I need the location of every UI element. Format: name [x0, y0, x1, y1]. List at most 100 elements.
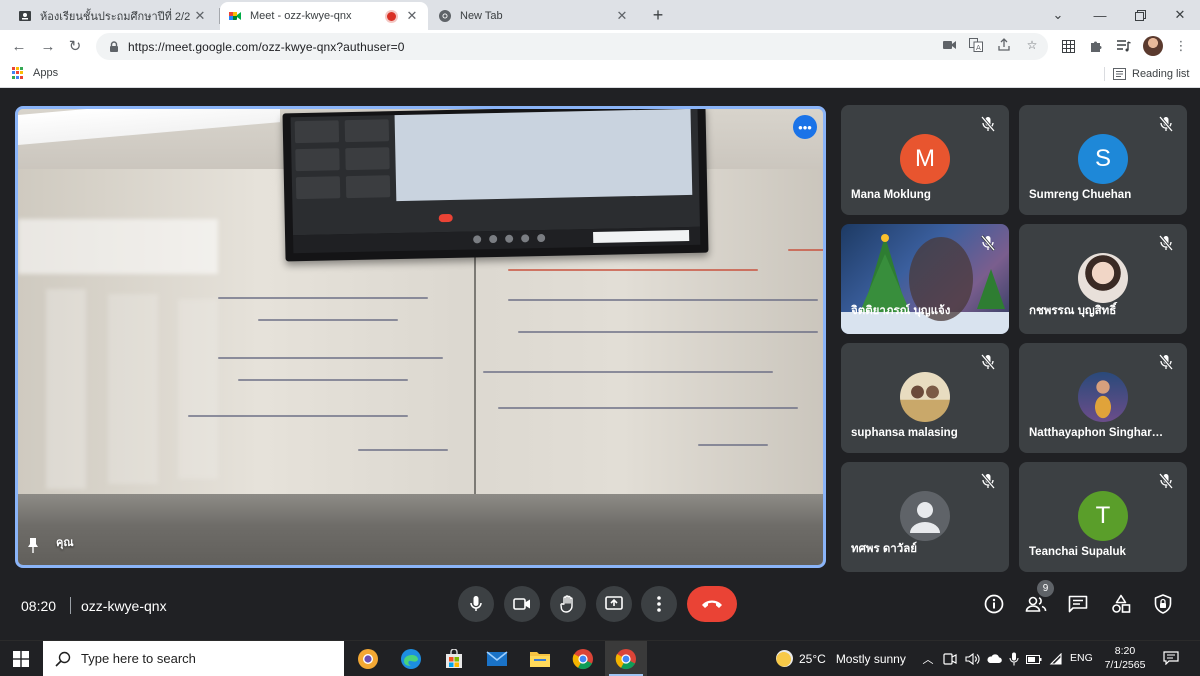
bookmarks-bar: Apps Reading list [0, 63, 1200, 88]
new-tab-plus-icon[interactable]: + [648, 5, 668, 25]
more-options-button[interactable] [641, 586, 677, 622]
participant-tile[interactable]: จิตติยาภรณ์ บุญแจ้ง [841, 224, 1009, 334]
activities-shapes-icon [1112, 594, 1131, 613]
host-controls-button[interactable] [1152, 593, 1174, 615]
forward-icon[interactable]: → [37, 35, 59, 57]
taskbar-app-chrome[interactable] [562, 641, 604, 676]
info-icon [984, 594, 1004, 614]
windows-start-button[interactable] [0, 641, 42, 676]
camera-icon [513, 598, 530, 610]
participant-name: ทศพร ดาวัลย์ [851, 543, 918, 555]
participant-tile[interactable]: กชพรรณ บุญสิทธิ์ [1019, 224, 1187, 334]
taskbar-app-file-explorer[interactable] [519, 641, 561, 676]
media-control-icon[interactable] [1116, 38, 1132, 54]
reload-icon[interactable]: ↻ [64, 35, 86, 57]
participant-tile[interactable]: ทศพร ดาวัลย์ [841, 462, 1009, 572]
taskbar-app-mail[interactable] [476, 641, 518, 676]
participant-tile[interactable]: S Sumreng Chuehan [1019, 105, 1187, 215]
close-window-icon[interactable]: ✕ [1160, 0, 1200, 30]
tab-classroom[interactable]: ห้องเรียนชั้นประถมศึกษาปีที่ 2/2 (ปีการ … [10, 2, 216, 30]
shield-lock-icon [1154, 594, 1172, 614]
activities-button[interactable] [1110, 593, 1132, 615]
pin-icon[interactable] [26, 537, 40, 553]
notifications-icon[interactable] [1162, 650, 1180, 666]
participant-tile[interactable]: M Mana Moklung [841, 105, 1009, 215]
taskbar-app-chrome-active[interactable] [605, 641, 647, 676]
maximize-icon[interactable] [1120, 0, 1160, 30]
chat-icon [1068, 595, 1088, 613]
tab-search-chevron-icon[interactable]: ⌄ [1038, 0, 1078, 30]
participant-tile[interactable]: suphansa malasing [841, 343, 1009, 453]
close-tab-icon[interactable]: ✕ [192, 8, 208, 24]
meet-stage: ••• คุณ M Mana Moklung S Sumreng Chuehan… [0, 88, 1200, 640]
camera-in-use-icon[interactable] [942, 37, 958, 53]
avatar: S [1078, 134, 1128, 184]
participant-tile[interactable]: Natthayaphon Singhar… [1019, 343, 1187, 453]
minimize-icon[interactable]: — [1080, 0, 1120, 30]
translate-icon[interactable]: A [968, 37, 984, 53]
participant-name: Natthayaphon Singhar… [1029, 427, 1164, 439]
reading-list-button[interactable]: Reading list [1104, 67, 1189, 81]
present-screen-icon [605, 596, 623, 610]
browser-toolbar: ← → ↻ https://meet.google.com/ozz-kwye-q… [0, 30, 1200, 63]
board-tray [18, 494, 823, 565]
input-language[interactable]: ENG [1070, 652, 1093, 664]
address-bar[interactable]: https://meet.google.com/ozz-kwye-qnx?aut… [96, 33, 1048, 60]
main-video-tile[interactable]: ••• คุณ [15, 106, 826, 568]
present-screen-button[interactable] [596, 586, 632, 622]
tab-meet[interactable]: Meet - ozz-kwye-qnx ✕ [220, 2, 428, 30]
microphone-tray-icon[interactable] [1006, 651, 1022, 667]
tab-title: New Tab [460, 10, 503, 22]
taskbar-app-store[interactable] [433, 641, 475, 676]
taskbar-app-edge[interactable] [390, 641, 432, 676]
weather-widget[interactable]: 25°C Mostly sunny [776, 650, 906, 667]
extensions-puzzle-icon[interactable] [1088, 38, 1104, 54]
onedrive-cloud-icon[interactable] [986, 651, 1002, 667]
browser-menu-icon[interactable]: ⋮ [1173, 38, 1189, 54]
tab-new-tab[interactable]: New Tab ✕ [430, 2, 638, 30]
mail-icon [486, 650, 508, 666]
people-button[interactable] [1025, 593, 1047, 615]
microphone-button[interactable] [458, 586, 494, 622]
chat-button[interactable] [1067, 593, 1089, 615]
taskbar-search-box[interactable]: Type here to search [43, 641, 344, 676]
apps-label: Apps [33, 67, 59, 79]
extensions-grid-icon[interactable] [1060, 38, 1076, 54]
leave-call-button[interactable] [687, 586, 737, 622]
apps-bookmark[interactable]: Apps [12, 67, 58, 79]
windows-logo-icon [13, 650, 29, 667]
share-icon[interactable] [996, 37, 1012, 53]
taskbar-time: 8:20 [1114, 645, 1136, 657]
battery-icon[interactable] [1026, 651, 1042, 667]
more-vert-icon [657, 596, 661, 612]
profile-avatar[interactable] [1143, 36, 1163, 56]
taskbar-clock[interactable]: 8:20 7/1/2565 [1100, 644, 1150, 672]
taskbar-app-chrome-canary[interactable] [347, 641, 389, 676]
close-tab-icon[interactable]: ✕ [614, 8, 630, 24]
people-icon [1025, 596, 1047, 612]
weather-description: Mostly sunny [835, 651, 906, 666]
chrome-canary-icon [358, 648, 378, 669]
wifi-icon[interactable] [1047, 651, 1063, 667]
close-tab-icon[interactable]: ✕ [404, 8, 420, 24]
mic-off-icon [1159, 354, 1173, 370]
meet-tray-icon[interactable] [942, 651, 958, 667]
tile-more-options-button[interactable]: ••• [793, 115, 817, 139]
bookmark-star-icon[interactable]: ☆ [1024, 37, 1040, 53]
speaker-icon[interactable] [964, 651, 980, 667]
chrome-icon [572, 648, 593, 669]
mic-off-icon [981, 116, 995, 132]
meeting-details-button[interactable] [983, 593, 1005, 615]
reading-list-icon [1113, 68, 1126, 80]
camera-button[interactable] [504, 586, 540, 622]
classroom-icon [18, 9, 32, 23]
show-hidden-icons-chevron-icon[interactable]: ︿ [920, 651, 936, 667]
back-icon[interactable]: ← [8, 35, 30, 57]
tab-title: ห้องเรียนชั้นประถมศึกษาปีที่ 2/2 (ปีการ [40, 11, 192, 23]
participant-tile[interactable]: T Teanchai Supaluk [1019, 462, 1187, 572]
avatar [900, 491, 950, 541]
participant-name: จิตติยาภรณ์ บุญแจ้ง [851, 305, 951, 317]
raise-hand-button[interactable] [550, 586, 586, 622]
edge-icon [401, 648, 421, 669]
bar-divider [70, 597, 71, 614]
